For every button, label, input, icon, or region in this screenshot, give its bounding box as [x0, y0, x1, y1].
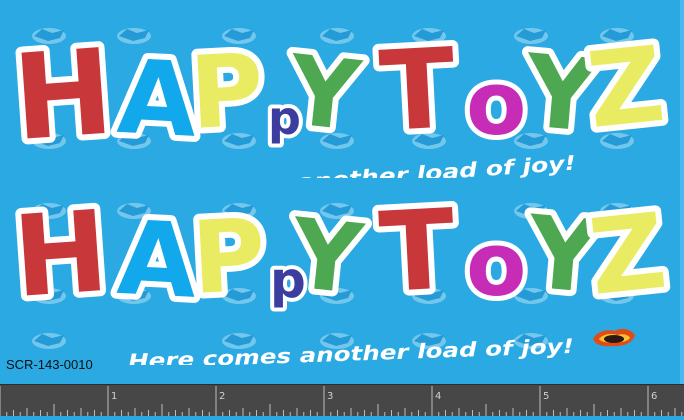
horizontal-ruler[interactable]: 1 2 3 4 5 6 [0, 384, 684, 416]
logo-letter-o: o [466, 52, 526, 155]
logo-letter-z: Z [582, 23, 670, 152]
logo-letter-p: P [189, 196, 268, 317]
design-canvas[interactable]: H A P p Y T o Y Z Here comes another loa… [0, 0, 684, 384]
logo-bottom: H A P p Y T o Y Z Here comes another loa… [0, 179, 684, 373]
flame-badge-icon [589, 325, 637, 349]
ruler-number: 2 [219, 391, 225, 402]
ruler-svg: 1 2 3 4 5 6 [0, 386, 683, 416]
logo-letter-t: T [377, 24, 459, 156]
logo-top: H A P p Y T o Y Z Here comes another loa… [0, 8, 684, 206]
logo-letter-a: A [115, 38, 200, 161]
ruler-number: 6 [651, 391, 657, 402]
ruler-number: 4 [435, 391, 441, 402]
ruler-number: 3 [327, 391, 333, 402]
ruler-number: 1 [111, 391, 117, 402]
logo-letter-t: T [376, 195, 458, 317]
logo-letter-h: H [10, 195, 113, 323]
logo-letter-z: Z [584, 195, 672, 319]
logo-letter-o: o [466, 213, 526, 316]
logo-top-svg: H A P p Y T o Y Z Here comes another loa… [3, 16, 675, 206]
logo-letter-y: Y [283, 34, 366, 153]
part-number-label: SCR-143-0010 [6, 357, 93, 372]
logo-letter-h: H [9, 22, 117, 167]
tagline-bottom: Here comes another load of joy! [128, 334, 575, 365]
logo-bottom-svg: H A P p Y T o Y Z Here comes another loa… [4, 179, 678, 373]
logo-letter-a: A [115, 199, 200, 322]
ruler-number: 5 [543, 391, 549, 402]
logo-letter-p: P [187, 31, 266, 152]
logo-letter-y: Y [285, 197, 368, 316]
